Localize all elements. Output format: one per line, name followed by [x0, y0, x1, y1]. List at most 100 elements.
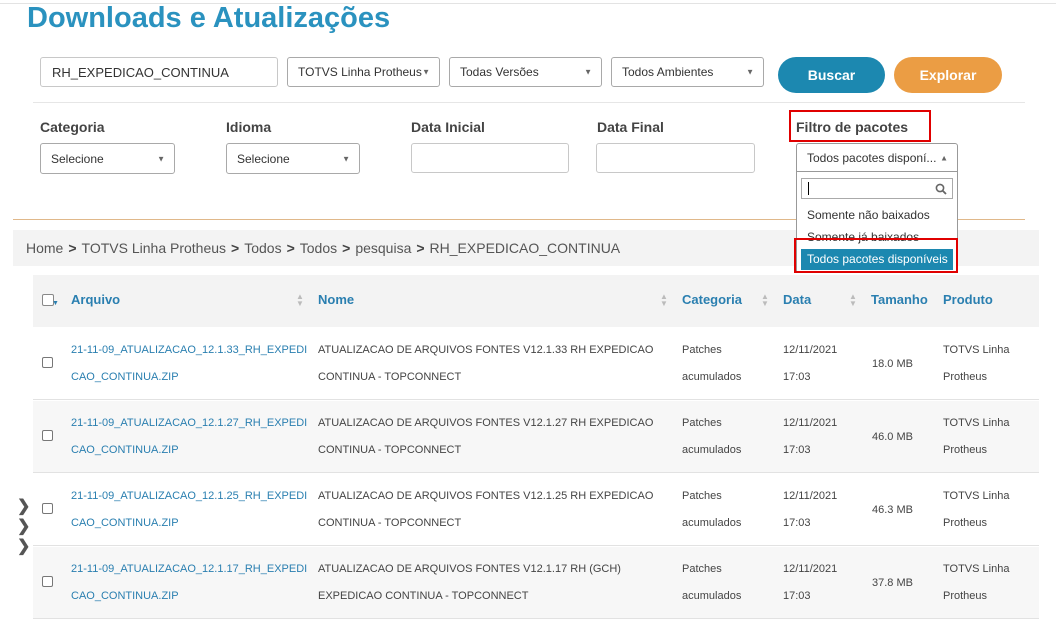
- explorar-button[interactable]: Explorar: [894, 57, 1002, 93]
- dropdown-search-input[interactable]: [801, 178, 953, 199]
- produto-select[interactable]: TOTVS Linha Protheus ▼: [287, 57, 440, 87]
- col-data[interactable]: Data: [783, 292, 811, 307]
- row-arquivo-line2[interactable]: CAO_CONTINUA.ZIP: [71, 510, 307, 537]
- ambientes-select-value: Todos Ambientes: [622, 65, 714, 79]
- highlight-filtro-pacotes: [789, 110, 931, 142]
- row-categoria: Patches acumulados: [682, 556, 741, 610]
- breadcrumb-todos-1[interactable]: Todos: [244, 240, 281, 256]
- idioma-select[interactable]: Selecione ▼: [226, 143, 360, 174]
- text-cursor: [808, 182, 809, 195]
- row-arquivo-line1[interactable]: 21-11-09_ATUALIZACAO_12.1.27_RH_EXPEDI: [71, 410, 307, 437]
- row-categoria-line2: acumulados: [682, 590, 742, 602]
- breadcrumb-produto[interactable]: TOTVS Linha Protheus: [82, 240, 226, 256]
- row-categoria: Patches acumulados: [682, 410, 741, 464]
- breadcrumb-current: RH_EXPEDICAO_CONTINUA: [429, 240, 621, 256]
- row-arquivo-link[interactable]: 21-11-09_ATUALIZACAO_12.1.17_RH_EXPEDI C…: [71, 556, 307, 610]
- search-icon: [935, 183, 947, 195]
- row-categoria: Patches acumulados: [682, 337, 741, 391]
- categoria-select[interactable]: Selecione ▼: [40, 143, 175, 174]
- select-all-caret-icon[interactable]: ▼: [52, 300, 59, 307]
- sort-icon[interactable]: ▲ ▼: [660, 293, 668, 308]
- row-arquivo-line2[interactable]: CAO_CONTINUA.ZIP: [71, 437, 307, 464]
- col-nome[interactable]: Nome: [318, 292, 354, 307]
- caret-down-icon: ▼: [746, 67, 754, 77]
- chevron-right-icon[interactable]: ❯: [17, 496, 30, 516]
- chevron-right-icon[interactable]: ❯: [17, 516, 30, 536]
- caret-down-icon: ▼: [422, 67, 430, 77]
- row-nome: ATUALIZACAO DE ARQUIVOS FONTES V12.1.27 …: [318, 410, 653, 464]
- chevron-right-icon[interactable]: ❯: [17, 536, 30, 556]
- row-data-line2: 17:03: [783, 444, 811, 456]
- row-arquivo-line2[interactable]: CAO_CONTINUA.ZIP: [71, 364, 307, 391]
- row-checkbox[interactable]: [42, 503, 53, 514]
- idioma-select-value: Selecione: [237, 151, 290, 166]
- row-arquivo-line1[interactable]: 21-11-09_ATUALIZACAO_12.1.17_RH_EXPEDI: [71, 556, 307, 583]
- categoria-select-value: Selecione: [51, 151, 104, 166]
- row-data: 12/11/2021 17:03: [783, 556, 837, 610]
- row-nome-line1: ATUALIZACAO DE ARQUIVOS FONTES V12.1.33 …: [318, 344, 654, 356]
- data-final-input[interactable]: [596, 143, 755, 173]
- row-produto: TOTVS Linha Protheus: [943, 337, 1009, 391]
- row-nome: ATUALIZACAO DE ARQUIVOS FONTES V12.1.33 …: [318, 337, 653, 391]
- row-tamanho: 46.3 MB: [872, 504, 913, 516]
- row-arquivo-line1[interactable]: 21-11-09_ATUALIZACAO_12.1.25_RH_EXPEDI: [71, 483, 307, 510]
- sort-icon[interactable]: ▲ ▼: [761, 293, 769, 308]
- row-nome-line1: ATUALIZACAO DE ARQUIVOS FONTES V12.1.25 …: [318, 490, 654, 502]
- table-header: ▼ Arquivo ▲ ▼ Nome ▲ ▼ Categoria ▲ ▼ Data ▲…: [33, 275, 1039, 327]
- row-arquivo-link[interactable]: 21-11-09_ATUALIZACAO_12.1.27_RH_EXPEDI C…: [71, 410, 307, 464]
- row-produto-line1: TOTVS Linha: [943, 417, 1010, 429]
- col-produto[interactable]: Produto: [943, 292, 993, 307]
- row-arquivo-line2[interactable]: CAO_CONTINUA.ZIP: [71, 583, 307, 610]
- row-nome: ATUALIZACAO DE ARQUIVOS FONTES V12.1.25 …: [318, 483, 653, 537]
- row-nome: ATUALIZACAO DE ARQUIVOS FONTES V12.1.17 …: [318, 556, 621, 610]
- versoes-select[interactable]: Todas Versões ▼: [449, 57, 602, 87]
- row-data-line1: 12/11/2021: [783, 417, 838, 429]
- row-arquivo-line1[interactable]: 21-11-09_ATUALIZACAO_12.1.33_RH_EXPEDI: [71, 337, 307, 364]
- row-produto-line1: TOTVS Linha: [943, 490, 1010, 502]
- row-nome-line1: ATUALIZACAO DE ARQUIVOS FONTES V12.1.17 …: [318, 563, 621, 575]
- row-arquivo-link[interactable]: 21-11-09_ATUALIZACAO_12.1.25_RH_EXPEDI C…: [71, 483, 307, 537]
- caret-down-icon: ▼: [584, 67, 592, 77]
- row-produto-line2: Protheus: [943, 444, 988, 456]
- caret-down-icon: ▼: [157, 154, 165, 163]
- highlight-todos-pacotes: [794, 238, 958, 273]
- breadcrumb-pesquisa[interactable]: pesquisa: [355, 240, 411, 256]
- data-inicial-input[interactable]: [411, 143, 569, 173]
- row-data-line2: 17:03: [783, 590, 811, 602]
- dropdown-option-nao-baixados[interactable]: Somente não baixados: [807, 208, 930, 222]
- row-nome-line2: CONTINUA - TOPCONNECT: [318, 444, 462, 456]
- col-tamanho[interactable]: Tamanho: [871, 292, 928, 307]
- row-checkbox[interactable]: [42, 576, 53, 587]
- sort-icon[interactable]: ▲ ▼: [849, 293, 857, 308]
- row-data-line1: 12/11/2021: [783, 490, 838, 502]
- row-tamanho: 18.0 MB: [872, 358, 913, 370]
- search-input[interactable]: RH_EXPEDICAO_CONTINUA: [40, 57, 278, 87]
- filtro-pacotes-select[interactable]: Todos pacotes disponí... ▲: [796, 143, 958, 173]
- row-checkbox[interactable]: [42, 430, 53, 441]
- buscar-button[interactable]: Buscar: [778, 57, 885, 93]
- table-row: 21-11-09_ATUALIZACAO_12.1.25_RH_EXPEDI C…: [33, 474, 1039, 546]
- row-produto-line2: Protheus: [943, 371, 988, 383]
- row-tamanho: 37.8 MB: [872, 577, 913, 589]
- breadcrumb-home[interactable]: Home: [26, 240, 63, 256]
- row-data: 12/11/2021 17:03: [783, 337, 837, 391]
- row-categoria-line2: acumulados: [682, 517, 742, 529]
- col-arquivo[interactable]: Arquivo: [71, 292, 120, 307]
- row-arquivo-link[interactable]: 21-11-09_ATUALIZACAO_12.1.33_RH_EXPEDI C…: [71, 337, 307, 391]
- row-data-line2: 17:03: [783, 371, 811, 383]
- row-data-line1: 12/11/2021: [783, 344, 838, 356]
- breadcrumb-todos-2[interactable]: Todos: [300, 240, 337, 256]
- ambientes-select[interactable]: Todos Ambientes ▼: [611, 57, 764, 87]
- row-data: 12/11/2021 17:03: [783, 410, 837, 464]
- data-final-label: Data Final: [597, 119, 664, 135]
- row-data-line1: 12/11/2021: [783, 563, 838, 575]
- col-categoria[interactable]: Categoria: [682, 292, 742, 307]
- row-produto: TOTVS Linha Protheus: [943, 410, 1009, 464]
- row-categoria-line1: Patches: [682, 417, 722, 429]
- row-checkbox[interactable]: [42, 357, 53, 368]
- sort-icon[interactable]: ▲ ▼: [296, 293, 304, 308]
- caret-up-icon: ▲: [940, 153, 948, 163]
- caret-down-icon: ▼: [342, 154, 350, 163]
- versoes-select-value: Todas Versões: [460, 65, 539, 79]
- row-produto: TOTVS Linha Protheus: [943, 483, 1009, 537]
